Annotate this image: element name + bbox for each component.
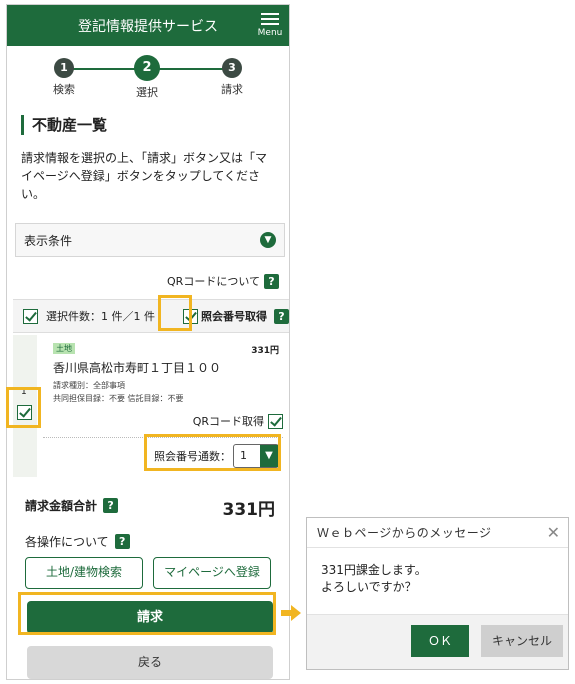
app-title: 登記情報提供サービス bbox=[78, 19, 218, 35]
help-icon[interactable]: ? bbox=[274, 308, 289, 324]
dialog-message-line1: 331円課金します。 bbox=[321, 563, 427, 577]
step-2-number: 2 bbox=[134, 55, 160, 81]
display-conditions-label: 表示条件 bbox=[24, 233, 73, 248]
catalog-options: 共同担保目録：不要 信託目録：不要 bbox=[53, 394, 184, 403]
request-type: 請求種別：全部事項 bbox=[53, 381, 125, 390]
intro-text: 請求情報を選択の上、「請求」ボタン又は「マイページへ登録」ボタンをタップしてくだ… bbox=[21, 151, 268, 201]
cancel-button[interactable]: キャンセル bbox=[481, 625, 563, 657]
step-2: 2 選択 bbox=[117, 55, 177, 100]
operations-label: 各操作について bbox=[25, 535, 109, 549]
total-row: 請求金額合計 ? bbox=[25, 497, 119, 514]
step-3-label: 請求 bbox=[221, 83, 243, 96]
menu-label: Menu bbox=[257, 28, 283, 38]
step-3: 3 請求 bbox=[202, 58, 262, 97]
display-conditions-toggle[interactable]: 表示条件 ▼ bbox=[15, 223, 285, 257]
step-1-label: 検索 bbox=[53, 83, 75, 96]
step-2-label: 選択 bbox=[136, 86, 158, 99]
hamburger-icon bbox=[261, 13, 279, 15]
back-button[interactable]: 戻る bbox=[27, 646, 273, 679]
step-3-number: 3 bbox=[222, 58, 242, 78]
highlight-item-checkbox bbox=[6, 387, 41, 428]
help-icon[interactable]: ? bbox=[103, 498, 119, 513]
qr-get-row: QRコード取得 bbox=[193, 413, 283, 429]
step-1-number: 1 bbox=[54, 58, 74, 78]
highlight-request-button bbox=[18, 592, 276, 635]
menu-button[interactable]: Menu bbox=[257, 11, 283, 41]
lookup-number-label: 照会番号取得 bbox=[201, 310, 267, 323]
page-title: 不動産一覧 bbox=[21, 115, 107, 135]
select-all-checkbox[interactable] bbox=[23, 308, 38, 324]
help-icon[interactable]: ? bbox=[114, 534, 130, 549]
selection-bar: 選択件数：1 件／1 件 照会番号取得 ? bbox=[13, 299, 289, 333]
total-amount: 331円 bbox=[222, 500, 276, 520]
highlight-lookup-checkbox bbox=[158, 295, 192, 331]
selection-count: 選択件数：1 件／1 件 bbox=[46, 310, 155, 323]
chevron-down-icon: ▼ bbox=[260, 232, 276, 248]
property-search-button[interactable]: 土地/建物検索 bbox=[25, 557, 143, 589]
dialog-button-bar: ＯＫ キャンセル bbox=[307, 614, 568, 669]
hamburger-icon-bar bbox=[261, 18, 279, 20]
dialog-title: Ｗｅｂページからのメッセージ bbox=[307, 518, 568, 548]
highlight-lookup-count bbox=[144, 434, 281, 471]
dialog-message-line2: よろしいですか？ bbox=[321, 580, 417, 594]
property-address: 香川県高松市寿町１丁目１００ bbox=[53, 361, 222, 375]
qr-about-label: QRコードについて bbox=[167, 275, 260, 288]
dialog-message: 331円課金します。 よろしいですか？ bbox=[321, 562, 427, 596]
qr-about-row: QRコードについて ? bbox=[167, 273, 279, 289]
close-icon[interactable]: ✕ bbox=[547, 523, 560, 542]
total-label: 請求金額合計 bbox=[25, 499, 98, 513]
progress-stepper: 1 検索 2 選択 3 請求 bbox=[7, 46, 289, 104]
qr-get-label: QRコード取得 bbox=[192, 415, 264, 428]
ok-button[interactable]: ＯＫ bbox=[411, 625, 469, 657]
operations-row: 各操作について ? bbox=[25, 533, 130, 550]
hamburger-icon-bar bbox=[261, 23, 279, 25]
item-price: 331円 bbox=[251, 346, 279, 356]
confirm-dialog: Ｗｅｂページからのメッセージ ✕ 331円課金します。 よろしいですか？ ＯＫ … bbox=[306, 517, 569, 670]
mypage-register-button[interactable]: マイページへ登録 bbox=[153, 557, 271, 589]
arrow-right-icon bbox=[281, 605, 301, 621]
help-icon[interactable]: ? bbox=[264, 273, 279, 289]
property-type-badge: 土地 bbox=[53, 343, 75, 354]
step-1: 1 検索 bbox=[34, 58, 94, 97]
app-header: 登記情報提供サービス Menu bbox=[7, 5, 289, 46]
qr-get-checkbox[interactable] bbox=[268, 413, 283, 429]
phone-screen: 登記情報提供サービス Menu 1 検索 2 選択 3 請求 不動産一覧 請求情… bbox=[6, 4, 290, 680]
